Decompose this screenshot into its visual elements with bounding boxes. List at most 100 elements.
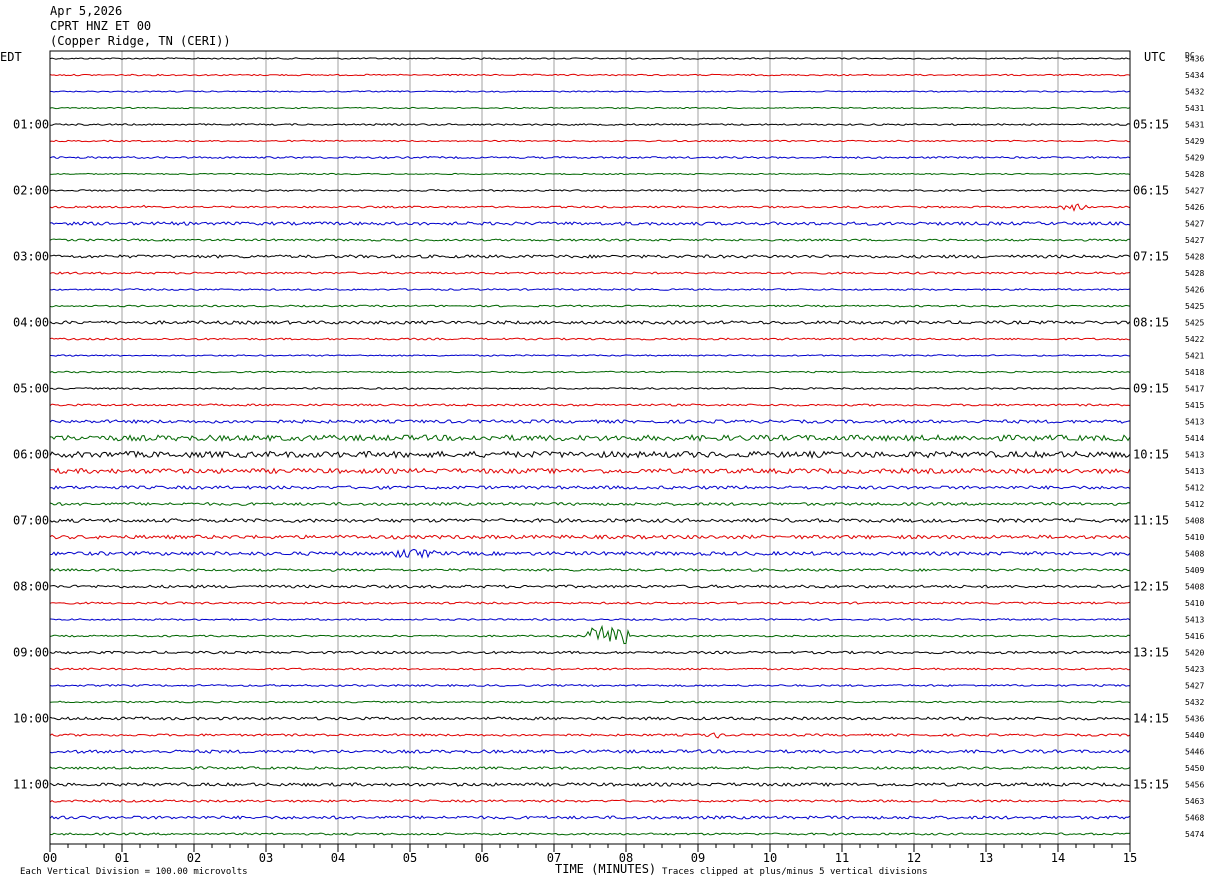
dc-offset-label: 5429	[1185, 154, 1204, 163]
x-tick-label: 11	[835, 851, 849, 865]
dc-offset-label: 5427	[1185, 220, 1204, 229]
x-tick-label: 10	[763, 851, 777, 865]
trace-39	[49, 700, 1131, 704]
trace-9	[49, 203, 1131, 212]
dc-offset-label: 5416	[1185, 632, 1204, 641]
x-tick-label: 15	[1123, 851, 1137, 865]
trace-11	[49, 238, 1131, 242]
dc-offset-label: 5418	[1185, 368, 1204, 377]
dc-offset-label: 5410	[1185, 599, 1204, 608]
trace-1	[49, 73, 1131, 77]
dc-offset-label: 5412	[1185, 484, 1204, 493]
trace-28	[49, 517, 1131, 524]
utc-hour-label: 05:15	[1133, 118, 1169, 132]
dc-offset-label: 5417	[1185, 385, 1204, 394]
edt-hour-label: 08:00	[13, 580, 49, 594]
dc-offset-label: 5409	[1185, 566, 1204, 575]
trace-46	[49, 815, 1131, 820]
x-tick-label: 09	[691, 851, 705, 865]
trace-27	[49, 501, 1131, 507]
dc-offset-label: 5434	[1185, 71, 1204, 80]
trace-25	[49, 467, 1131, 475]
dc-offset-label: 5432	[1185, 88, 1204, 97]
trace-7	[49, 172, 1131, 176]
dc-offset-label: 5427	[1185, 187, 1204, 196]
dc-offset-label: 5413	[1185, 467, 1204, 476]
utc-hour-label: 07:15	[1133, 250, 1169, 264]
dc-offset-label: 5431	[1185, 104, 1204, 113]
trace-34	[49, 618, 1131, 621]
dc-offset-label: 5431	[1185, 121, 1204, 130]
dc-offset-label: 5427	[1185, 682, 1204, 691]
trace-33	[49, 601, 1131, 605]
edt-hour-label: 07:00	[13, 514, 49, 528]
trace-29	[49, 534, 1131, 540]
trace-37	[49, 667, 1131, 671]
trace-21	[49, 403, 1131, 407]
dc-offset-label: 5436	[1185, 55, 1204, 64]
plot-frame	[49, 50, 1131, 852]
dc-offset-label: 5415	[1185, 401, 1204, 410]
trace-18	[49, 354, 1131, 357]
trace-26	[49, 485, 1131, 490]
dc-offset-label: 5428	[1185, 269, 1204, 278]
x-tick-label: 06	[475, 851, 489, 865]
dc-offset-label: 5429	[1185, 137, 1204, 146]
trace-31	[49, 568, 1131, 573]
edt-zone-label: EDT	[0, 50, 22, 64]
dc-offset-label: 5446	[1185, 748, 1204, 757]
dc-offset-label: 5414	[1185, 434, 1204, 443]
dc-offset-label: 5456	[1185, 781, 1204, 790]
x-tick-label: 05	[403, 851, 417, 865]
trace-45	[49, 799, 1131, 804]
trace-40	[49, 716, 1131, 721]
x-tick-label: 08	[619, 851, 633, 865]
trace-14	[49, 288, 1131, 291]
dc-offset-label: 5422	[1185, 335, 1204, 344]
trace-8	[49, 189, 1131, 192]
x-tick-label: 07	[547, 851, 561, 865]
trace-group	[49, 57, 1131, 836]
trace-22	[49, 419, 1131, 424]
grid-lines	[121, 51, 1059, 844]
dc-offset-label: 5408	[1185, 583, 1204, 592]
trace-17	[49, 337, 1131, 341]
edt-hour-label: 11:00	[13, 778, 49, 792]
dc-offset-label: 5440	[1185, 731, 1204, 740]
dc-offset-label: 5412	[1185, 500, 1204, 509]
trace-24	[49, 450, 1131, 460]
dc-offset-label: 5426	[1185, 203, 1204, 212]
dc-offset-label: 5428	[1185, 253, 1204, 262]
trace-38	[49, 683, 1131, 688]
trace-6	[49, 155, 1131, 159]
edt-hour-label: 03:00	[13, 250, 49, 264]
dc-offset-label: 5408	[1185, 550, 1204, 559]
trace-15	[49, 304, 1131, 308]
x-tick-label: 04	[331, 851, 345, 865]
edt-hour-label: 05:00	[13, 382, 49, 396]
trace-19	[49, 370, 1131, 374]
dc-offset-label: 5413	[1185, 451, 1204, 460]
x-tick-label: 14	[1051, 851, 1065, 865]
dc-offset-label: 5413	[1185, 616, 1204, 625]
dc-offset-label: 5421	[1185, 352, 1204, 361]
trace-32	[49, 584, 1131, 589]
utc-hour-label: 15:15	[1133, 778, 1169, 792]
seismogram-plot: EDT UTC DC TIME (MINUTES) 00 01 02 03 04 05 06…	[0, 50, 1204, 876]
dc-offset-label: 5450	[1185, 764, 1204, 773]
dc-offset-label: 5425	[1185, 319, 1204, 328]
utc-hour-label: 09:15	[1133, 382, 1169, 396]
x-tick-label: 02	[187, 851, 201, 865]
frame-border	[49, 50, 1131, 845]
dc-offset-label: 5410	[1185, 533, 1204, 542]
utc-zone-label: UTC	[1144, 50, 1166, 64]
utc-hour-label: 12:15	[1133, 580, 1169, 594]
utc-hour-label: 10:15	[1133, 448, 1169, 462]
utc-hour-label: 11:15	[1133, 514, 1169, 528]
edt-hour-label: 09:00	[13, 646, 49, 660]
x-tick-label: 01	[115, 851, 129, 865]
edt-hour-label: 04:00	[13, 316, 49, 330]
trace-16	[49, 320, 1131, 325]
trace-20	[49, 387, 1131, 390]
trace-47	[49, 832, 1131, 836]
